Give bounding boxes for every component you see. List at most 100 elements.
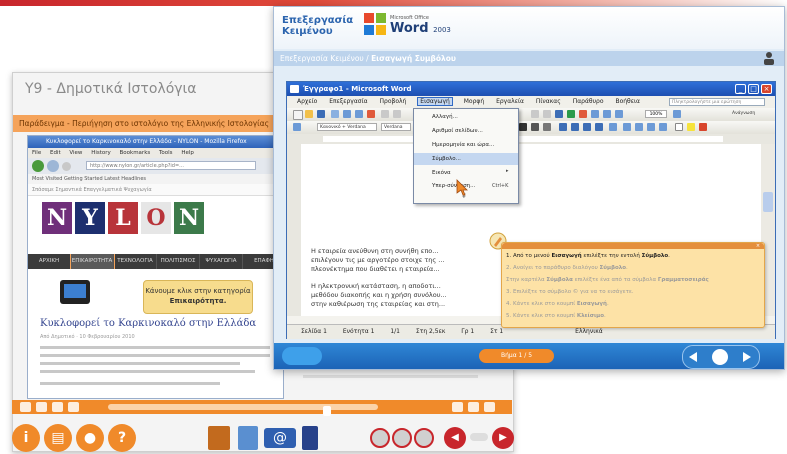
scrollbar-thumb[interactable] (763, 192, 773, 212)
zoom-box[interactable]: 100% (645, 110, 667, 118)
menu-help[interactable]: Βοήθεια (615, 98, 640, 105)
italic-icon[interactable] (531, 123, 539, 131)
justify-icon[interactable] (595, 123, 603, 131)
book-icon[interactable]: ▤ (44, 424, 72, 452)
underline-icon[interactable] (543, 123, 551, 131)
site-nav-item[interactable]: ΤΕΧΝΟΛΟΓΙΑ (114, 254, 157, 269)
volume-icon[interactable] (452, 402, 463, 412)
breadcrumb-parent[interactable]: Επεξεργασία Κειμένου / (280, 54, 369, 63)
preview-icon[interactable] (615, 110, 623, 118)
cut-icon[interactable] (381, 110, 389, 118)
progress-track[interactable] (108, 404, 378, 416)
decrease-indent-icon[interactable] (647, 123, 655, 131)
menu-item-page-numbers[interactable]: Αριθμοί σελίδων... (414, 125, 518, 137)
previous-step-icon[interactable] (689, 352, 697, 362)
play-icon[interactable] (52, 402, 63, 412)
menu-item-symbol[interactable]: Σύμβολο... (414, 153, 518, 165)
bold-icon[interactable] (519, 123, 527, 131)
forward-arrow-icon[interactable] (47, 160, 59, 172)
browser-menu-item[interactable]: Help (181, 150, 194, 156)
align-left-icon[interactable] (559, 123, 567, 131)
align-right-icon[interactable] (583, 123, 591, 131)
forward-icon[interactable] (68, 402, 79, 412)
bullets-icon[interactable] (635, 123, 643, 131)
site-nav-item[interactable]: ΑΡΧΙΚΗ (28, 254, 71, 269)
library-icon[interactable] (208, 426, 230, 450)
info-icon[interactable]: i (12, 424, 40, 452)
print-preview-icon[interactable] (355, 110, 363, 118)
increase-indent-icon[interactable] (659, 123, 667, 131)
record-icon[interactable] (392, 428, 412, 448)
drawing-icon[interactable] (555, 110, 563, 118)
menu-format[interactable]: Μορφή (464, 98, 484, 105)
play-step-icon[interactable] (712, 349, 728, 365)
address-bar[interactable]: http://www.nylon.gr/article.php?id=... (86, 161, 256, 170)
ask-question-box[interactable]: Πληκτρολογήστε μια ερώτηση (669, 98, 765, 106)
site-nav-item[interactable]: ΠΟΛΙΤΙΣΜΟΣ (157, 254, 200, 269)
browser-menu-item[interactable]: File (32, 150, 41, 156)
menu-pill-button[interactable] (282, 347, 322, 365)
print-icon[interactable] (343, 110, 351, 118)
help-icon[interactable] (673, 110, 681, 118)
menu-insert[interactable]: Εισαγωγή (417, 97, 453, 106)
copy-icon[interactable] (393, 110, 401, 118)
maximize-icon[interactable]: □ (748, 84, 759, 94)
rewind-icon[interactable] (20, 402, 31, 412)
font-color-icon[interactable] (699, 123, 707, 131)
show-hide-icon[interactable] (579, 110, 587, 118)
permission-icon[interactable] (331, 110, 339, 118)
border-icon[interactable] (675, 123, 683, 131)
numbering-icon[interactable] (623, 123, 631, 131)
menu-item-break[interactable]: Αλλαγή... (414, 111, 518, 123)
subtitles-icon[interactable] (468, 402, 479, 412)
menu-item-date-time[interactable]: Ημερομηνία και ώρα... (414, 139, 518, 151)
site-nav-item-active[interactable]: ΕΠΙΚΑΙΡΟΤΗΤΑ (70, 254, 115, 269)
record-icon[interactable] (370, 428, 390, 448)
fullscreen-icon[interactable] (484, 402, 495, 412)
menu-window[interactable]: Παράθυρο (573, 98, 604, 105)
post-title[interactable]: Κυκλοφορεί το Καρκινοκαλό στην Ελλάδα (40, 318, 256, 329)
save-icon[interactable] (317, 110, 325, 118)
reading-layout-button[interactable]: Ανάγνωση (732, 110, 768, 118)
email-icon[interactable]: @ (264, 428, 296, 448)
highlight-icon[interactable] (687, 123, 695, 131)
menu-table[interactable]: Πίνακας (536, 98, 561, 105)
browser-menu-item[interactable]: Edit (50, 150, 61, 156)
excel-icon[interactable] (603, 110, 611, 118)
document-icon[interactable] (302, 426, 318, 450)
insert-link-icon[interactable] (591, 110, 599, 118)
spelling-icon[interactable] (367, 110, 375, 118)
stop-icon[interactable] (36, 402, 47, 412)
align-center-icon[interactable] (571, 123, 579, 131)
close-icon[interactable]: × (761, 84, 772, 94)
font-dropdown[interactable]: Verdana (381, 123, 411, 131)
browser-menu-item[interactable]: Tools (159, 150, 173, 156)
style-dropdown[interactable]: Κανονικό + Verdana (317, 123, 377, 131)
styles-icon[interactable] (293, 123, 301, 131)
browser-menu-item[interactable]: Bookmarks (120, 150, 151, 156)
reload-icon[interactable] (62, 162, 71, 171)
menu-file[interactable]: Αρχείο (297, 98, 317, 105)
open-icon[interactable] (305, 110, 313, 118)
close-icon[interactable]: × (754, 243, 762, 249)
minimize-icon[interactable]: _ (735, 84, 746, 94)
notes-icon[interactable] (238, 426, 258, 450)
browser-menu-item[interactable]: View (69, 150, 82, 156)
table-icon[interactable] (531, 110, 539, 118)
menu-edit[interactable]: Επεξεργασία (329, 98, 367, 105)
next-step-icon[interactable] (743, 352, 751, 362)
next-icon[interactable]: ▶ (492, 427, 514, 449)
previous-icon[interactable]: ◀ (444, 427, 466, 449)
columns-icon[interactable] (543, 110, 551, 118)
user-icon[interactable]: ● (76, 424, 104, 452)
new-document-icon[interactable] (293, 110, 303, 120)
menu-view[interactable]: Προβολή (380, 98, 407, 105)
help-icon[interactable]: ? (108, 424, 136, 452)
site-nav-item[interactable]: ΨΥΧΑΓΩΓΙΑ (200, 254, 243, 269)
browser-menu-item[interactable]: History (91, 150, 111, 156)
document-map-icon[interactable] (567, 110, 575, 118)
menu-tools[interactable]: Εργαλεία (496, 98, 524, 105)
line-spacing-icon[interactable] (609, 123, 617, 131)
progress-handle[interactable] (323, 406, 331, 416)
record-icon[interactable] (414, 428, 434, 448)
